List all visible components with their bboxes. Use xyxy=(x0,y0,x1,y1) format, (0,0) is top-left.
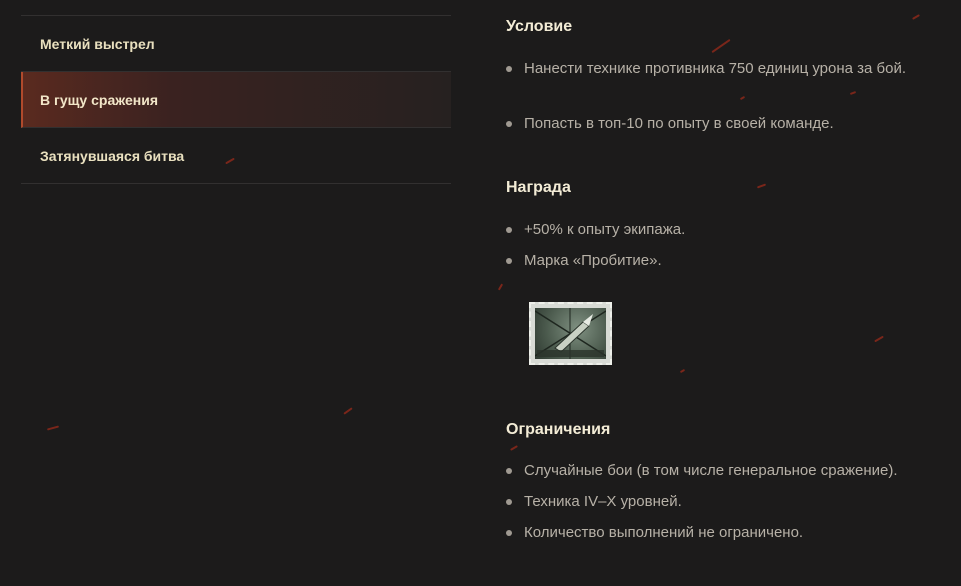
mission-sidebar: Меткий выстрел В гущу сражения Затянувша… xyxy=(21,15,451,184)
reward-title: Награда xyxy=(506,179,571,196)
sidebar-item-label: В гущу сражения xyxy=(40,91,158,108)
bullet-icon xyxy=(506,468,512,474)
restriction-item: Количество выполнений не ограничено. xyxy=(506,521,924,544)
reward-item: +50% к опыту экипажа. xyxy=(506,218,924,241)
restrictions-title: Ограничения xyxy=(506,421,611,438)
bullet-icon xyxy=(506,121,512,127)
bullet-icon xyxy=(506,227,512,233)
penetration-stamp-icon[interactable] xyxy=(529,302,612,365)
restriction-item: Случайные бои (в том числе генеральное с… xyxy=(506,459,944,482)
condition-item: Попасть в топ-10 по опыту в своей команд… xyxy=(506,112,924,135)
condition-title: Условие xyxy=(506,18,573,35)
restriction-item: Техника IV–X уровней. xyxy=(506,490,924,513)
condition-item: Нанести технике противника 750 единиц ур… xyxy=(506,57,924,80)
bullet-icon xyxy=(506,499,512,505)
sidebar-item-label: Меткий выстрел xyxy=(40,35,155,52)
bullet-icon xyxy=(506,258,512,264)
sidebar-item-accurate-shot[interactable]: Меткий выстрел xyxy=(21,16,451,72)
bullet-icon xyxy=(506,530,512,536)
sidebar-item-label: Затянувшаяся битва xyxy=(40,147,185,164)
reward-item: Марка «Пробитие». xyxy=(506,249,924,272)
sidebar-item-prolonged-battle[interactable]: Затянувшаяся битва xyxy=(21,128,451,184)
sidebar-item-thick-of-battle[interactable]: В гущу сражения xyxy=(21,72,451,128)
bullet-icon xyxy=(506,66,512,72)
